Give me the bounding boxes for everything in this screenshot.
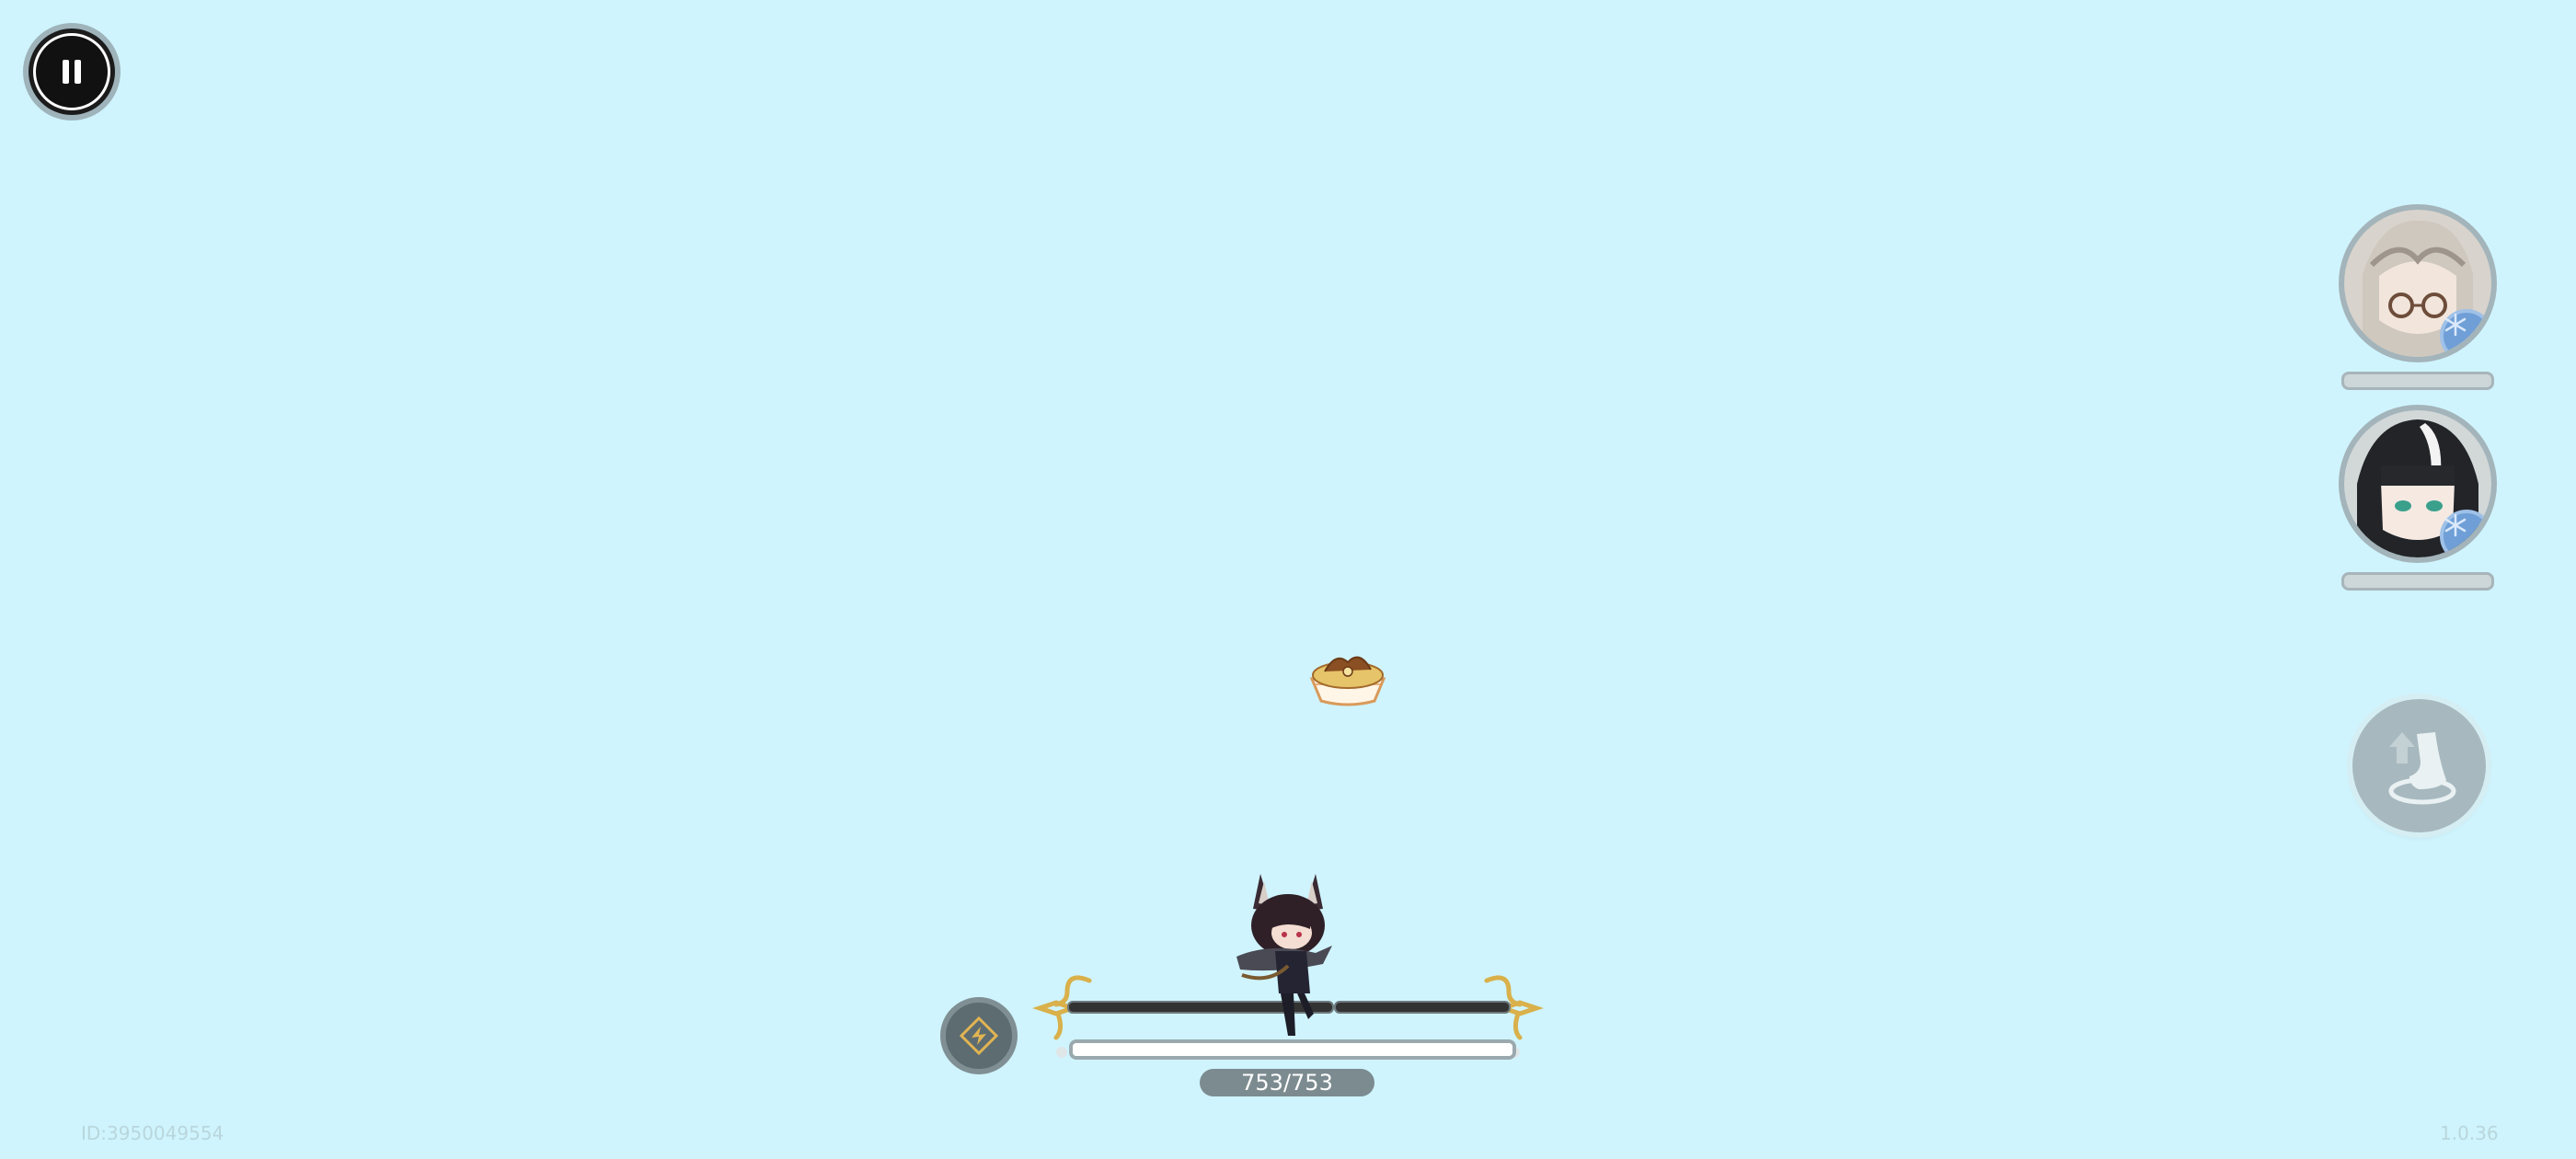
party-portrait-1[interactable] bbox=[2339, 204, 2497, 362]
pause-button[interactable] bbox=[29, 29, 115, 115]
hp-text: 753/753 bbox=[1200, 1069, 1374, 1096]
party-member-2[interactable] bbox=[2335, 405, 2501, 591]
party-energy-bar-2 bbox=[2341, 572, 2494, 591]
pause-icon bbox=[33, 33, 110, 110]
party-portrait-2[interactable] bbox=[2339, 405, 2497, 563]
hp-bar bbox=[1069, 1039, 1516, 1060]
energy-fill-2 bbox=[1336, 1003, 1509, 1012]
snowflake-icon bbox=[2440, 309, 2491, 357]
skill-icon bbox=[959, 1016, 999, 1056]
elemental-skill-button[interactable] bbox=[940, 997, 1018, 1074]
dash-button[interactable] bbox=[2352, 699, 2486, 832]
snowflake-icon bbox=[2440, 510, 2491, 557]
party-member-1[interactable] bbox=[2335, 204, 2501, 390]
dash-icon bbox=[2388, 731, 2455, 804]
party-energy-bar-1 bbox=[2341, 372, 2494, 390]
player-id: ID:3950049554 bbox=[81, 1122, 224, 1144]
hp-bar-fill bbox=[1073, 1043, 1512, 1056]
player-character bbox=[1236, 874, 1332, 1036]
version-label: 1.0.36 bbox=[2440, 1122, 2499, 1144]
food-item[interactable] bbox=[1306, 644, 1389, 708]
